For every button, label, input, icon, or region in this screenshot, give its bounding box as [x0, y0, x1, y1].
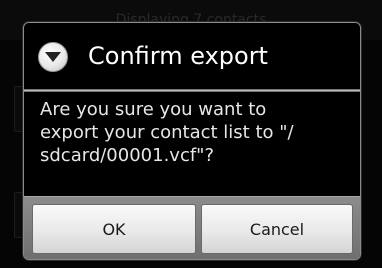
dialog-message: Are you sure you want to export your con… [40, 99, 294, 166]
dropdown-arrow-icon [38, 42, 68, 72]
confirm-export-dialog: Confirm export Are you sure you want to … [23, 22, 361, 260]
cancel-button[interactable]: Cancel [201, 204, 353, 254]
dialog-button-bar: OK Cancel [24, 196, 360, 259]
dialog-title: Confirm export [88, 42, 268, 70]
ok-button[interactable]: OK [32, 204, 196, 254]
dialog-title-bar: Confirm export [24, 23, 360, 89]
dialog-body: Are you sure you want to export your con… [24, 92, 360, 196]
